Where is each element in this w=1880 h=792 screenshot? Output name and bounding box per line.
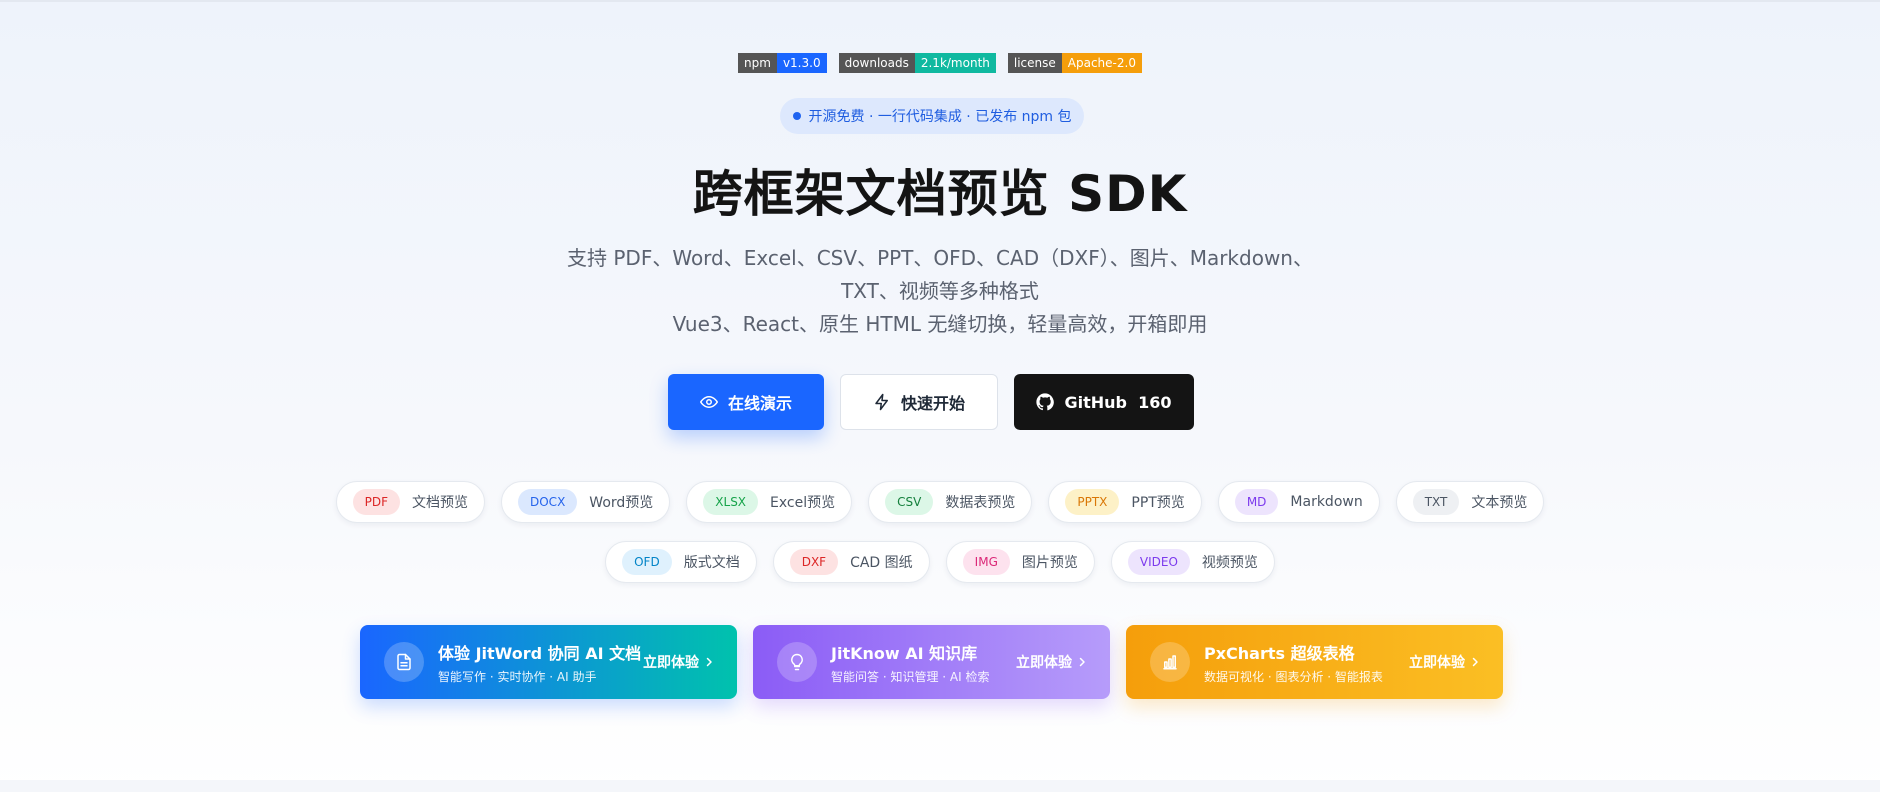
format-chip-pptx[interactable]: PPTX PPT预览 (1048, 481, 1202, 523)
format-chip-dxf[interactable]: DXF CAD 图纸 (772, 541, 930, 583)
format-tag: VIDEO (1127, 549, 1190, 575)
format-chip-docx[interactable]: DOCX Word预览 (501, 481, 671, 523)
badge-value: v1.3.0 (776, 53, 827, 73)
format-label: Markdown (1290, 494, 1363, 510)
lightbulb-icon (791, 653, 803, 671)
format-label: PPT预览 (1131, 495, 1185, 511)
badge-row: npm v1.3.0 downloads 2.1k/month license … (0, 53, 1880, 73)
online-demo-button[interactable]: 在线演示 (668, 374, 824, 430)
badge-key: license (1007, 53, 1062, 73)
card-cta[interactable]: 立即体验 (1016, 652, 1088, 672)
format-chip-pdf[interactable]: PDF 文档预览 (335, 481, 485, 523)
card-cta-label: 立即体验 (1016, 655, 1072, 671)
badge-key: npm (738, 53, 777, 73)
pxcharts-card[interactable]: PxCharts 超级表格 数据可视化 · 图表分析 · 智能报表 立即体验 (1126, 625, 1503, 699)
format-label: 视频预览 (1201, 555, 1258, 571)
card-icon-wrap (777, 642, 817, 682)
card-title: 体验 JitWord 协同 AI 文档 (438, 643, 642, 663)
announcement-pill: 开源免费 · 一行代码集成 · 已发布 npm 包 (780, 98, 1084, 134)
format-chip-ofd[interactable]: OFD 版式文档 (605, 541, 757, 583)
chevron-right-icon (1472, 657, 1478, 667)
online-demo-label: 在线演示 (727, 394, 792, 413)
card-text: PxCharts 超级表格 数据可视化 · 图表分析 · 智能报表 (1204, 640, 1395, 685)
jitword-card[interactable]: 体验 JitWord 协同 AI 文档 智能写作 · 实时协作 · AI 助手 … (360, 625, 737, 699)
format-label: 文档预览 (412, 495, 468, 511)
format-tag: PPTX (1065, 489, 1120, 515)
badge-value: Apache-2.0 (1061, 53, 1142, 73)
format-label: Excel预览 (770, 495, 836, 511)
announcement-text: 开源免费 · 一行代码集成 · 已发布 npm 包 (808, 109, 1072, 125)
format-chip-video[interactable]: VIDEO 视频预览 (1110, 541, 1275, 583)
page-title: 跨框架文档预览 SDK (692, 165, 1188, 223)
jitknow-card[interactable]: JitKnow AI 知识库 智能问答 · 知识管理 · AI 检索 立即体验 (753, 625, 1110, 699)
subtitle-line-frameworks: Vue3、React、原生 HTML 无缝切换，轻量高效，开箱即用 (672, 312, 1208, 336)
quick-start-label: 快速开始 (900, 394, 965, 413)
chevron-right-icon (706, 657, 712, 667)
card-text: 体验 JitWord 协同 AI 文档 智能写作 · 实时协作 · AI 助手 (438, 640, 642, 685)
format-chip-img[interactable]: IMG 图片预览 (945, 541, 1095, 583)
format-chip-md[interactable]: MD Markdown (1217, 481, 1380, 523)
card-cta-label: 立即体验 (643, 655, 699, 671)
badge-key: downloads (838, 53, 915, 73)
status-dot (792, 112, 801, 120)
next-section-edge (0, 780, 1880, 792)
card-cta[interactable]: 立即体验 (643, 652, 715, 672)
format-label: 文本预览 (1471, 495, 1528, 511)
npm-version-badge[interactable]: npm v1.3.0 (738, 53, 827, 73)
format-tag: DXF (789, 549, 839, 575)
downloads-badge[interactable]: downloads 2.1k/month (838, 53, 996, 73)
chevron-right-icon (1079, 657, 1085, 667)
card-text: JitKnow AI 知识库 智能问答 · 知识管理 · AI 检索 (831, 640, 1002, 685)
format-chip-txt[interactable]: TXT 文本预览 (1395, 481, 1545, 523)
format-tag: DOCX (518, 489, 578, 515)
github-label: GitHub 160 (1064, 392, 1172, 412)
card-cta-label: 立即体验 (1409, 655, 1465, 671)
card-subtitle: 数据可视化 · 图表分析 · 智能报表 (1204, 669, 1383, 684)
format-label: 数据表预览 (945, 495, 1016, 511)
card-icon-wrap (1150, 642, 1190, 682)
format-chips-row-2: OFD 版式文档 DXF CAD 图纸 IMG 图片预览 VIDEO 视频预览 (0, 541, 1880, 583)
quick-start-button[interactable]: 快速开始 (840, 374, 998, 430)
subtitle-line-formats: 支持 PDF、Word、Excel、CSV、PPT、OFD、CAD（DXF）、图… (567, 246, 1313, 303)
document-icon (397, 653, 411, 671)
card-subtitle: 智能写作 · 实时协作 · AI 助手 (438, 669, 597, 684)
card-icon-wrap (384, 642, 424, 682)
format-tag: TXT (1412, 489, 1460, 515)
format-tag: CSV (885, 489, 934, 515)
format-tag: XLSX (703, 489, 759, 515)
bar-chart-icon (1163, 655, 1177, 670)
card-title: JitKnow AI 知识库 (831, 643, 978, 663)
card-title: PxCharts 超级表格 (1204, 643, 1355, 663)
badge-value: 2.1k/month (914, 53, 996, 73)
format-label: 图片预览 (1021, 555, 1078, 571)
license-badge[interactable]: license Apache-2.0 (1007, 53, 1142, 73)
format-chip-csv[interactable]: CSV 数据表预览 (868, 481, 1033, 523)
format-tag: PDF (352, 489, 400, 515)
format-label: 版式文档 (683, 555, 740, 571)
card-cta[interactable]: 立即体验 (1409, 652, 1481, 672)
format-chips-row-1: PDF 文档预览 DOCX Word预览 XLSX Excel预览 CSV 数据… (0, 481, 1880, 523)
top-divider (0, 0, 1880, 2)
format-tag: OFD (622, 549, 672, 575)
github-button[interactable]: GitHub 160 (1014, 374, 1194, 430)
format-chip-xlsx[interactable]: XLSX Excel预览 (686, 481, 853, 523)
card-subtitle: 智能问答 · 知识管理 · AI 检索 (831, 669, 990, 684)
github-icon (1036, 393, 1055, 411)
lightning-icon (875, 393, 888, 411)
format-tag: IMG (962, 549, 1010, 575)
eye-icon (699, 396, 718, 408)
format-tag: MD (1234, 489, 1279, 515)
format-label: Word预览 (589, 495, 654, 511)
format-label: CAD 图纸 (850, 555, 913, 571)
hero-actions: 在线演示 快速开始 GitHub 160 (668, 374, 1194, 430)
page-subtitle: 支持 PDF、Word、Excel、CSV、PPT、OFD、CAD（DXF）、图… (540, 242, 1340, 341)
product-cards: 体验 JitWord 协同 AI 文档 智能写作 · 实时协作 · AI 助手 … (360, 625, 1503, 699)
